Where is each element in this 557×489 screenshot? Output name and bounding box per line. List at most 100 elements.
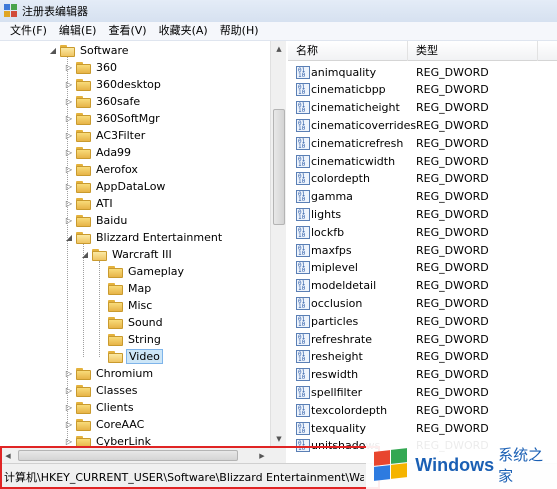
list-item[interactable]: 01 10 animquality REG_DWORD [288, 63, 557, 81]
value-name: cinematicoverrides [311, 118, 417, 132]
tree-item[interactable]: ▷ 360SoftMgr [64, 110, 162, 127]
list-item[interactable]: 01 10 refreshrate REG_DWORD [288, 330, 557, 348]
tree-horizontal-scrollbar[interactable]: ◀ ▶ [0, 447, 286, 463]
folder-icon [108, 282, 123, 295]
dword-value-icon: 01 10 [296, 439, 310, 453]
tree-item-label: Baidu [96, 214, 128, 227]
tree-item[interactable]: ▷ ATI [64, 195, 115, 212]
tree-item-label: AC3Filter [96, 129, 146, 142]
tree-item[interactable]: Map [96, 280, 153, 297]
expand-arrow-icon[interactable]: ▷ [64, 148, 74, 157]
registry-values-list[interactable]: 名称 类型 01 10 animquality REG_DWORD 01 10 cinema… [288, 41, 557, 463]
tree-item[interactable]: ◢ Blizzard Entertainment [64, 229, 224, 246]
list-item[interactable]: 01 10 colordepth REG_DWORD [288, 170, 557, 188]
value-type: REG_DWORD [416, 207, 489, 221]
menu-help[interactable]: 帮助(H) [214, 22, 265, 40]
collapse-arrow-icon[interactable]: ◢ [48, 46, 58, 55]
tree-connector-line [99, 261, 100, 357]
expand-arrow-icon[interactable]: ▷ [64, 199, 74, 208]
tree-item[interactable]: String [96, 331, 163, 348]
expand-arrow-icon[interactable]: ▷ [64, 182, 74, 191]
tree-item[interactable]: ▷ 360safe [64, 93, 142, 110]
scroll-down-icon[interactable]: ▼ [271, 431, 287, 447]
tree-item[interactable]: ▷ Chromium [64, 365, 155, 382]
tree-item[interactable]: ▷ Clients [64, 399, 136, 416]
tree-item[interactable]: Video [96, 348, 163, 365]
expand-arrow-icon[interactable]: ▷ [64, 437, 74, 446]
expand-arrow-icon[interactable]: ▷ [64, 131, 74, 140]
collapse-arrow-icon[interactable]: ◢ [64, 233, 74, 242]
list-item[interactable]: 01 10 lockfb REG_DWORD [288, 223, 557, 241]
expand-arrow-icon[interactable]: ▷ [64, 63, 74, 72]
expand-arrow-icon[interactable]: ▷ [64, 369, 74, 378]
tree-item[interactable]: ◢ Software [48, 42, 131, 59]
list-item[interactable]: 01 10 occlusion REG_DWORD [288, 294, 557, 312]
tree-item[interactable]: ▷ Ada99 [64, 144, 133, 161]
list-item[interactable]: 01 10 cinematicwidth REG_DWORD [288, 152, 557, 170]
menu-edit[interactable]: 编辑(E) [53, 22, 103, 40]
tree-item[interactable]: Misc [96, 297, 154, 314]
tree-item[interactable]: ◢ Warcraft III [80, 246, 174, 263]
value-name: texcolordepth [311, 403, 388, 417]
expand-arrow-icon[interactable]: ▷ [64, 420, 74, 429]
tree-item[interactable]: ▷ AppDataLow [64, 178, 167, 195]
scroll-left-icon[interactable]: ◀ [0, 448, 16, 464]
list-item[interactable]: 01 10 texquality REG_DWORD [288, 419, 557, 437]
expand-arrow-icon[interactable]: ▷ [64, 216, 74, 225]
menu-favorites[interactable]: 收藏夹(A) [153, 22, 214, 40]
tree-item[interactable]: ▷ Baidu [64, 212, 129, 229]
list-item[interactable]: 01 10 modeldetail REG_DWORD [288, 277, 557, 295]
collapse-arrow-icon[interactable]: ◢ [80, 250, 90, 259]
tree-item-label: Aerofox [96, 163, 138, 176]
value-type: REG_DWORD [416, 65, 489, 79]
menu-file[interactable]: 文件(F) [4, 22, 53, 40]
tree-item[interactable]: ▷ Aerofox [64, 161, 140, 178]
list-item[interactable]: 01 10 resheight REG_DWORD [288, 348, 557, 366]
scroll-right-icon[interactable]: ▶ [254, 448, 270, 464]
expand-arrow-icon[interactable]: ▷ [64, 403, 74, 412]
tree-item[interactable]: ▷ 360 [64, 59, 119, 76]
list-item[interactable]: 01 10 cinematicheight REG_DWORD [288, 99, 557, 117]
tree-item[interactable]: ▷ CoreAAC [64, 416, 146, 433]
list-item[interactable]: 01 10 lights REG_DWORD [288, 205, 557, 223]
tree-item[interactable]: Sound [96, 314, 165, 331]
column-header-name[interactable]: 名称 [288, 41, 408, 61]
list-item[interactable]: 01 10 maxfps REG_DWORD [288, 241, 557, 259]
value-name: spellfilter [311, 385, 363, 399]
tree-item[interactable]: ▷ CyberLink [64, 433, 153, 447]
tree-scroll-thumb[interactable] [273, 109, 285, 225]
folder-icon [108, 299, 123, 312]
list-item[interactable]: 01 10 spellfilter REG_DWORD [288, 383, 557, 401]
expand-arrow-icon[interactable]: ▷ [64, 165, 74, 174]
dword-value-icon: 01 10 [296, 421, 310, 435]
folder-icon [108, 333, 123, 346]
expand-arrow-icon[interactable]: ▷ [64, 97, 74, 106]
expand-arrow-icon[interactable]: ▷ [64, 386, 74, 395]
tree-item-label: ATI [96, 197, 113, 210]
tree-item-label: 360SoftMgr [96, 112, 160, 125]
expand-arrow-icon[interactable]: ▷ [64, 114, 74, 123]
list-item[interactable]: 01 10 cinematicoverrides REG_DWORD [288, 116, 557, 134]
tree-vertical-scrollbar[interactable]: ▲ ▼ [270, 41, 286, 447]
list-item[interactable]: 01 10 reswidth REG_DWORD [288, 366, 557, 384]
value-name: maxfps [311, 243, 352, 257]
tree-item[interactable]: ▷ AC3Filter [64, 127, 147, 144]
registry-key-tree[interactable]: ◢ Software ▷ 360 ▷ 360desktop ▷ 360safe ▷ 360Soft… [0, 41, 286, 447]
tree-item[interactable]: ▷ Classes [64, 382, 139, 399]
value-name: lockfb [311, 225, 345, 239]
tree-item-label: Software [80, 44, 129, 57]
menu-view[interactable]: 查看(V) [102, 22, 152, 40]
tree-item[interactable]: ▷ 360desktop [64, 76, 163, 93]
tree-item-label: AppDataLow [96, 180, 166, 193]
scroll-up-icon[interactable]: ▲ [271, 41, 287, 57]
tree-item[interactable]: Gameplay [96, 263, 186, 280]
list-item[interactable]: 01 10 particles REG_DWORD [288, 312, 557, 330]
list-item[interactable]: 01 10 cinematicbpp REG_DWORD [288, 81, 557, 99]
list-item[interactable]: 01 10 texcolordepth REG_DWORD [288, 401, 557, 419]
list-item[interactable]: 01 10 gamma REG_DWORD [288, 188, 557, 206]
list-item[interactable]: 01 10 miplevel REG_DWORD [288, 259, 557, 277]
list-item[interactable]: 01 10 cinematicrefresh REG_DWORD [288, 134, 557, 152]
tree-hscroll-thumb[interactable] [18, 450, 238, 461]
expand-arrow-icon[interactable]: ▷ [64, 80, 74, 89]
column-header-type[interactable]: 类型 [408, 41, 538, 61]
